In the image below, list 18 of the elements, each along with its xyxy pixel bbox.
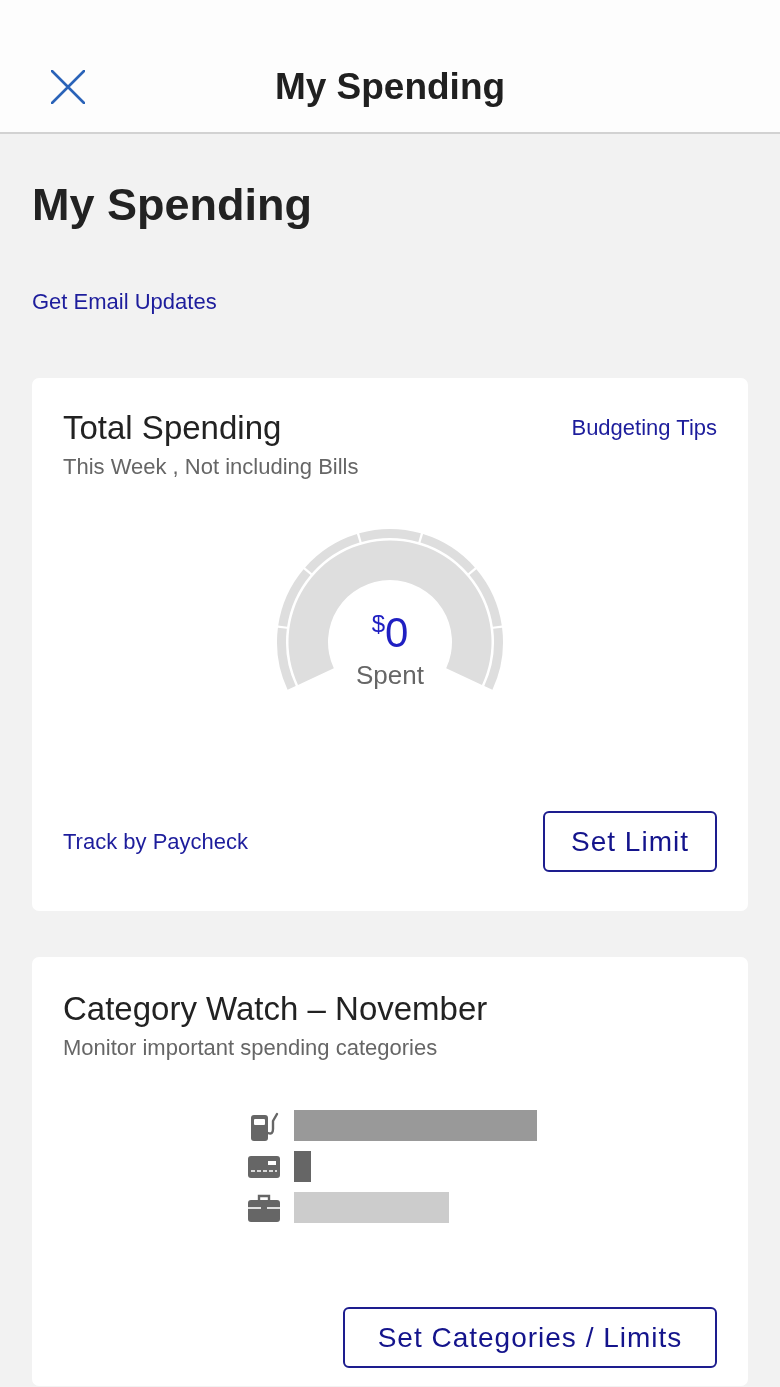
fuel-pump-icon: [248, 1110, 280, 1141]
track-by-paycheck-link[interactable]: Track by Paycheck: [63, 827, 249, 856]
card-title: Category Watch – November: [63, 989, 489, 1029]
spent-label: Spent: [355, 660, 425, 690]
card-title: Total Spending: [63, 408, 283, 448]
set-categories-button[interactable]: Set Categories / Limits: [343, 1307, 717, 1368]
card-subtitle: This Week , Not including Bills: [63, 453, 359, 481]
close-icon: [51, 70, 85, 104]
spent-amount: $^{$}$0: [370, 610, 410, 656]
page-heading: My Spending: [32, 178, 313, 232]
screen-title: My Spending: [274, 65, 506, 109]
close-button[interactable]: [51, 70, 85, 104]
credit-card-icon: [248, 1153, 280, 1180]
set-limit-button[interactable]: Set Limit: [543, 811, 717, 872]
email-updates-link[interactable]: Get Email Updates: [32, 288, 217, 316]
toolbox-icon: [248, 1193, 280, 1222]
budgeting-tips-link[interactable]: Budgeting Tips: [571, 414, 717, 442]
card-subtitle: Monitor important spending categories: [63, 1034, 439, 1062]
